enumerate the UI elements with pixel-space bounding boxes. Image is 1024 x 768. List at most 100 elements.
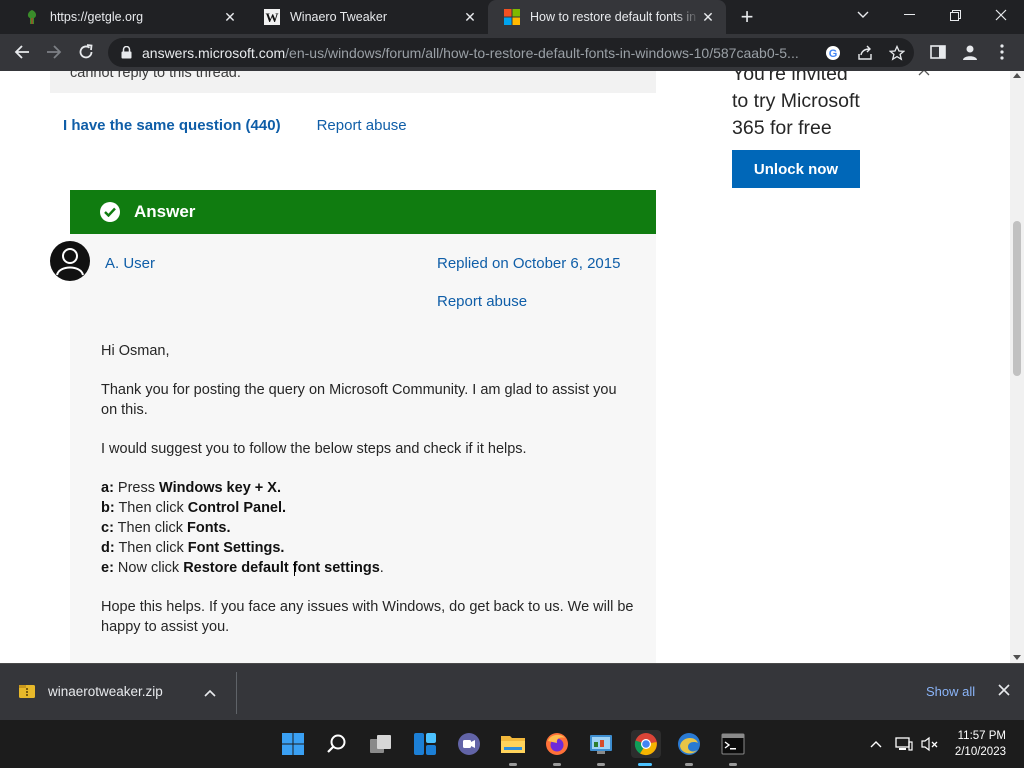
close-tab-icon[interactable]: ✕: [462, 9, 478, 25]
winaero-w-favicon-icon: W: [264, 9, 280, 25]
step-list: a: Press Windows key + X. b: Then click …: [101, 478, 636, 578]
file-explorer-icon[interactable]: [499, 730, 527, 766]
side-panel-button[interactable]: [924, 38, 952, 66]
step-tail: .: [379, 560, 384, 576]
step-key: a:: [101, 480, 114, 496]
teams-chat-icon[interactable]: [455, 730, 483, 758]
profile-button[interactable]: [956, 38, 984, 66]
arrow-left-icon: [14, 45, 29, 59]
restore-button[interactable]: [932, 0, 978, 30]
answer-author[interactable]: A. User: [105, 255, 155, 272]
clock-time: 11:57 PM: [957, 730, 1006, 742]
system-clock[interactable]: 11:57 PM 2/10/2023: [946, 728, 1006, 760]
chrome-menu-button[interactable]: [988, 38, 1016, 66]
scrollbar-thumb[interactable]: [1013, 221, 1021, 376]
edge-beta-icon[interactable]: [675, 730, 703, 766]
scroll-down-arrow-icon[interactable]: [1013, 655, 1021, 660]
address-bar[interactable]: answers.microsoft.com/en-us/windows/foru…: [108, 38, 914, 67]
tab-getgle[interactable]: https://getgle.org ✕: [8, 0, 248, 34]
volume-muted-icon[interactable]: [920, 734, 940, 754]
closing-paragraph: Hope this helps. If you face any issues …: [101, 599, 634, 635]
zip-file-icon: [18, 682, 36, 700]
firefox-icon[interactable]: [543, 730, 571, 766]
lock-icon[interactable]: [118, 45, 134, 61]
promo-line: 365 for free: [732, 117, 832, 139]
browser-toolbar: answers.microsoft.com/en-us/windows/foru…: [0, 34, 1024, 71]
close-promo-icon[interactable]: [918, 71, 934, 79]
step-bold: Font Settings.: [187, 540, 285, 556]
close-download-bar-icon[interactable]: [998, 683, 1014, 699]
answer-text: Hi Osman, Thank you for posting the quer…: [101, 341, 636, 656]
page-content: cannot reply to this thread. I have the …: [0, 71, 1010, 663]
windows-start-icon[interactable]: [279, 730, 307, 758]
reload-button[interactable]: [72, 38, 100, 66]
widgets-icon[interactable]: [411, 730, 439, 758]
promo-text: You're invited to try Microsoft 365 for …: [732, 71, 932, 142]
page-scrollbar[interactable]: [1010, 71, 1024, 663]
tab-title: Winaero Tweaker: [290, 10, 388, 24]
locked-thread-notice: cannot reply to this thread.: [50, 71, 656, 93]
step-key: e:: [101, 560, 114, 576]
scroll-up-arrow-icon[interactable]: [1013, 73, 1021, 78]
close-tab-icon[interactable]: ✕: [222, 9, 238, 25]
step-text: Then click: [114, 500, 188, 516]
same-question-button[interactable]: I have the same question (440): [63, 117, 281, 134]
tray-chevron-up-icon[interactable]: [866, 734, 886, 754]
tab-strip: https://getgle.org ✕ W Winaero Tweaker ✕…: [0, 0, 1024, 34]
tab-search-chevron-icon[interactable]: [840, 0, 886, 30]
running-indicator: [597, 763, 605, 766]
tab-title: https://getgle.org: [50, 10, 144, 24]
profile-icon: [963, 45, 977, 60]
step-bold: Restore default font settings: [183, 560, 380, 576]
url-text[interactable]: answers.microsoft.com/en-us/windows/foru…: [142, 45, 814, 61]
download-item[interactable]: winaerotweaker.zip: [18, 682, 163, 700]
step-bold: Windows key + X.: [159, 480, 281, 496]
step-text: Press: [113, 480, 160, 496]
close-window-button[interactable]: [978, 0, 1024, 30]
answer-label: Answer: [134, 202, 196, 221]
new-tab-button[interactable]: +: [736, 6, 758, 29]
clock-date: 2/10/2023: [954, 746, 1006, 758]
control-panel-icon[interactable]: [587, 730, 615, 766]
download-filename: winaerotweaker.zip: [48, 683, 163, 699]
url-host: answers.microsoft.com: [142, 44, 286, 61]
step-item: e: Now click Restore default font settin…: [101, 558, 636, 578]
answer-header: Answer: [70, 190, 656, 234]
step-text: Then click: [113, 520, 187, 536]
show-all-downloads-link[interactable]: Show all: [926, 684, 975, 699]
step-key: d:: [101, 540, 115, 556]
share-icon[interactable]: [852, 42, 878, 64]
question-actions: I have the same question (440) Report ab…: [63, 117, 407, 134]
step-key: c:: [101, 520, 114, 536]
running-indicator: [509, 763, 517, 766]
report-abuse-link[interactable]: Report abuse: [317, 117, 407, 134]
network-icon[interactable]: [894, 734, 914, 754]
step-item: b: Then click Control Panel.: [101, 498, 636, 518]
reload-icon: [79, 44, 93, 59]
unlock-now-button[interactable]: Unlock now: [732, 150, 860, 188]
bookmark-star-icon[interactable]: [884, 42, 910, 64]
search-icon[interactable]: [323, 730, 351, 758]
terminal-icon[interactable]: [719, 730, 747, 766]
google-lens-icon[interactable]: G: [820, 42, 846, 64]
task-view-icon[interactable]: [367, 730, 395, 758]
chevron-up-icon[interactable]: [204, 684, 220, 700]
forward-button[interactable]: [40, 38, 68, 66]
greeting: Hi Osman,: [101, 343, 170, 359]
tab-winaero[interactable]: W Winaero Tweaker ✕: [248, 0, 488, 34]
step-item: c: Then click Fonts.: [101, 518, 636, 538]
report-abuse-answer-link[interactable]: Report abuse: [437, 293, 527, 310]
tab-title: How to restore default fonts in W: [530, 10, 700, 24]
step-text: Now click: [113, 560, 184, 576]
paragraph: I would suggest you to follow the below …: [101, 441, 527, 457]
step-key: b:: [101, 500, 115, 516]
chrome-icon[interactable]: [631, 730, 661, 766]
paragraph: Thank you for posting the query on Micro…: [101, 382, 617, 418]
step-bold: Fonts.: [186, 520, 231, 536]
text-cursor-icon: [294, 562, 297, 576]
back-button[interactable]: [8, 38, 36, 66]
close-tab-icon[interactable]: ✕: [700, 9, 716, 25]
avatar-icon[interactable]: [50, 241, 90, 281]
minimize-button[interactable]: [886, 0, 932, 30]
tab-microsoft-answers[interactable]: How to restore default fonts in W ✕: [488, 0, 726, 34]
